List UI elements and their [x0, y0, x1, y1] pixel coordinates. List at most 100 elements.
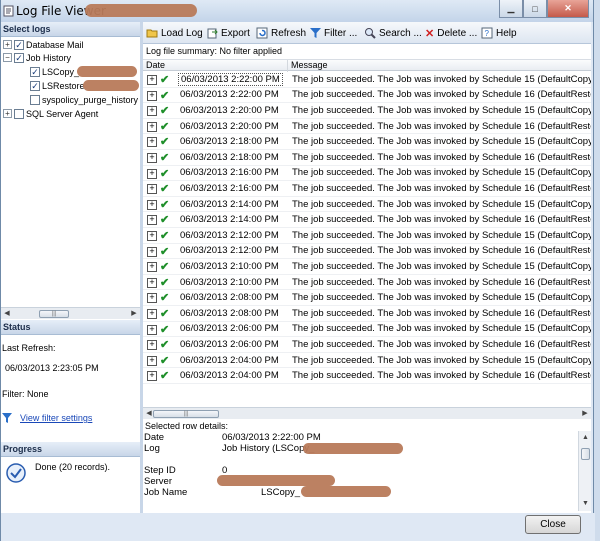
scroll-left-icon[interactable]: ◀ [2, 309, 12, 319]
expand-row-icon[interactable]: + [147, 106, 157, 117]
expand-row-icon[interactable]: + [147, 246, 157, 257]
table-row[interactable]: + ✔ 06/03/2013 2:10:00 PM The job succeeded… [143, 275, 591, 291]
expand-row-icon[interactable]: + [147, 168, 157, 179]
expand-row-icon[interactable]: + [147, 90, 157, 101]
close-icon: ✕ [564, 3, 572, 13]
close-button[interactable]: Close [525, 515, 581, 534]
table-row[interactable]: + ✔ 06/03/2013 2:12:00 PM The job succeeded… [143, 228, 591, 244]
success-check-icon: ✔ [160, 339, 170, 352]
expand-row-icon[interactable]: + [147, 355, 157, 366]
right-pane: Load Log Export Refresh Filter ... Searc… [143, 22, 591, 513]
cell-date: 06/03/2013 2:04:00 PM [180, 370, 279, 382]
table-row[interactable]: + ✔ 06/03/2013 2:18:00 PM The job succeeded… [143, 134, 591, 150]
scrollbar-thumb[interactable] [581, 448, 590, 460]
expand-icon[interactable]: + [3, 109, 12, 118]
expand-row-icon[interactable]: + [147, 340, 157, 351]
tree-item-database-mail[interactable]: + ✓ Database Mail [3, 38, 84, 51]
checkbox-lscopy[interactable]: ✓ [30, 66, 40, 77]
scroll-right-icon[interactable]: ▶ [580, 409, 590, 419]
cell-date: 06/03/2013 2:16:00 PM [180, 182, 279, 194]
table-row[interactable]: + ✔ 06/03/2013 2:10:00 PM The job succeeded… [143, 259, 591, 275]
tree-item-lsrestore[interactable]: ✓ LSRestore [30, 79, 85, 92]
success-check-icon: ✔ [160, 276, 170, 289]
search-button[interactable]: Search ... [364, 26, 422, 40]
success-check-icon: ✔ [160, 214, 170, 227]
table-row[interactable]: + ✔ 06/03/2013 2:20:00 PM The job succeeded… [143, 119, 591, 135]
table-row[interactable]: + ✔ 06/03/2013 2:22:00 PM The job succeeded… [143, 72, 591, 88]
refresh-button[interactable]: Refresh [256, 26, 306, 40]
expand-row-icon[interactable]: + [147, 371, 157, 382]
toolbar: Load Log Export Refresh Filter ... Searc… [143, 22, 591, 44]
tree-item-job-history[interactable]: − ✓ Job History [3, 51, 71, 64]
table-row[interactable]: + ✔ 06/03/2013 2:14:00 PM The job succeeded… [143, 197, 591, 213]
left-horizontal-scrollbar[interactable]: ◀ ||| ▶ [1, 307, 140, 319]
expand-row-icon[interactable]: + [147, 215, 157, 226]
column-header-message[interactable]: Message [288, 60, 591, 72]
scroll-right-icon[interactable]: ▶ [129, 309, 139, 319]
expand-row-icon[interactable]: + [147, 75, 157, 85]
checkbox-syspolicy[interactable] [30, 94, 40, 105]
tree-item-syspolicy-purge-history[interactable]: syspolicy_purge_history [30, 93, 138, 106]
table-row[interactable]: + ✔ 06/03/2013 2:06:00 PM The job succeeded… [143, 337, 591, 353]
checkbox-lsrestore[interactable]: ✓ [30, 80, 40, 91]
table-row[interactable]: + ✔ 06/03/2013 2:04:00 PM The job succeeded… [143, 353, 591, 369]
load-log-button[interactable]: Load Log [146, 26, 203, 40]
column-header-date[interactable]: Date [143, 60, 288, 72]
cell-message: The job succeeded. The Job was invoked b… [292, 151, 591, 163]
table-row[interactable]: + ✔ 06/03/2013 2:16:00 PM The job succeeded… [143, 181, 591, 197]
expand-row-icon[interactable]: + [147, 324, 157, 335]
folder-open-icon [146, 29, 158, 38]
export-button[interactable]: Export [206, 26, 250, 40]
expand-row-icon[interactable]: + [147, 293, 157, 304]
details-vertical-scrollbar[interactable]: ▲ ▼ [578, 431, 591, 511]
table-row[interactable]: + ✔ 06/03/2013 2:20:00 PM The job succeeded… [143, 103, 591, 119]
scrollbar-thumb[interactable]: ||| [153, 410, 219, 418]
checkbox-database-mail[interactable]: ✓ [14, 39, 24, 50]
cell-message: The job succeeded. The Job was invoked b… [292, 120, 591, 132]
delete-button[interactable]: ✕ Delete ... [425, 26, 477, 40]
collapse-icon[interactable]: − [3, 53, 12, 62]
view-filter-settings-link[interactable]: View filter settings [20, 413, 92, 423]
cell-message: The job succeeded. The Job was invoked b… [292, 198, 591, 210]
expand-row-icon[interactable]: + [147, 184, 157, 195]
redaction-mark [301, 486, 391, 497]
select-logs-header: Select logs [1, 22, 140, 37]
filter-button[interactable]: Filter ... [309, 26, 357, 40]
table-row[interactable]: + ✔ 06/03/2013 2:04:00 PM The job succeeded… [143, 368, 591, 384]
expand-icon[interactable]: + [3, 40, 12, 49]
expand-row-icon[interactable]: + [147, 309, 157, 319]
tree-item-label: Job History [26, 52, 72, 63]
cell-message: The job succeeded. The Job was invoked b… [292, 136, 591, 148]
grid-horizontal-scrollbar[interactable]: ◀ ||| ▶ [143, 407, 591, 419]
expand-row-icon[interactable]: + [147, 277, 157, 288]
window-close-button[interactable]: ✕ [547, 0, 589, 18]
table-row[interactable]: + ✔ 06/03/2013 2:18:00 PM The job succeeded… [143, 150, 591, 166]
tree-item-sql-server-agent[interactable]: + SQL Server Agent [3, 107, 98, 120]
progress-text: Done (20 records). [35, 462, 111, 472]
table-row[interactable]: + ✔ 06/03/2013 2:06:00 PM The job succeeded… [143, 322, 591, 338]
minimize-button[interactable]: ▁ [499, 0, 523, 18]
expand-row-icon[interactable]: + [147, 121, 157, 132]
table-row[interactable]: + ✔ 06/03/2013 2:12:00 PM The job succeeded… [143, 244, 591, 260]
maximize-button[interactable]: □ [523, 0, 547, 18]
table-row[interactable]: + ✔ 06/03/2013 2:08:00 PM The job succeeded… [143, 306, 591, 322]
detail-value-date: 06/03/2013 2:22:00 PM [222, 432, 321, 443]
checkbox-sql-server-agent[interactable] [14, 108, 24, 119]
table-row[interactable]: + ✔ 06/03/2013 2:14:00 PM The job succeeded… [143, 212, 591, 228]
expand-row-icon[interactable]: + [147, 231, 157, 241]
expand-row-icon[interactable]: + [147, 153, 157, 163]
expand-row-icon[interactable]: + [147, 262, 157, 273]
help-button[interactable]: ? Help [481, 26, 517, 40]
scroll-up-icon[interactable]: ▲ [580, 433, 591, 443]
table-row[interactable]: + ✔ 06/03/2013 2:16:00 PM The job succeeded… [143, 166, 591, 182]
expand-row-icon[interactable]: + [147, 199, 157, 210]
tree-item-label: LSCopy_ [42, 66, 80, 77]
table-row[interactable]: + ✔ 06/03/2013 2:08:00 PM The job succeeded… [143, 290, 591, 306]
table-row[interactable]: + ✔ 06/03/2013 2:22:00 PM The job succeeded… [143, 88, 591, 104]
cell-message: The job succeeded. The Job was invoked b… [292, 214, 591, 226]
expand-row-icon[interactable]: + [147, 137, 157, 148]
scroll-down-icon[interactable]: ▼ [580, 499, 591, 509]
scrollbar-thumb[interactable]: ||| [39, 310, 69, 318]
checkbox-job-history[interactable]: ✓ [14, 52, 24, 63]
tree-item-lscopy[interactable]: ✓ LSCopy_ [30, 65, 79, 78]
